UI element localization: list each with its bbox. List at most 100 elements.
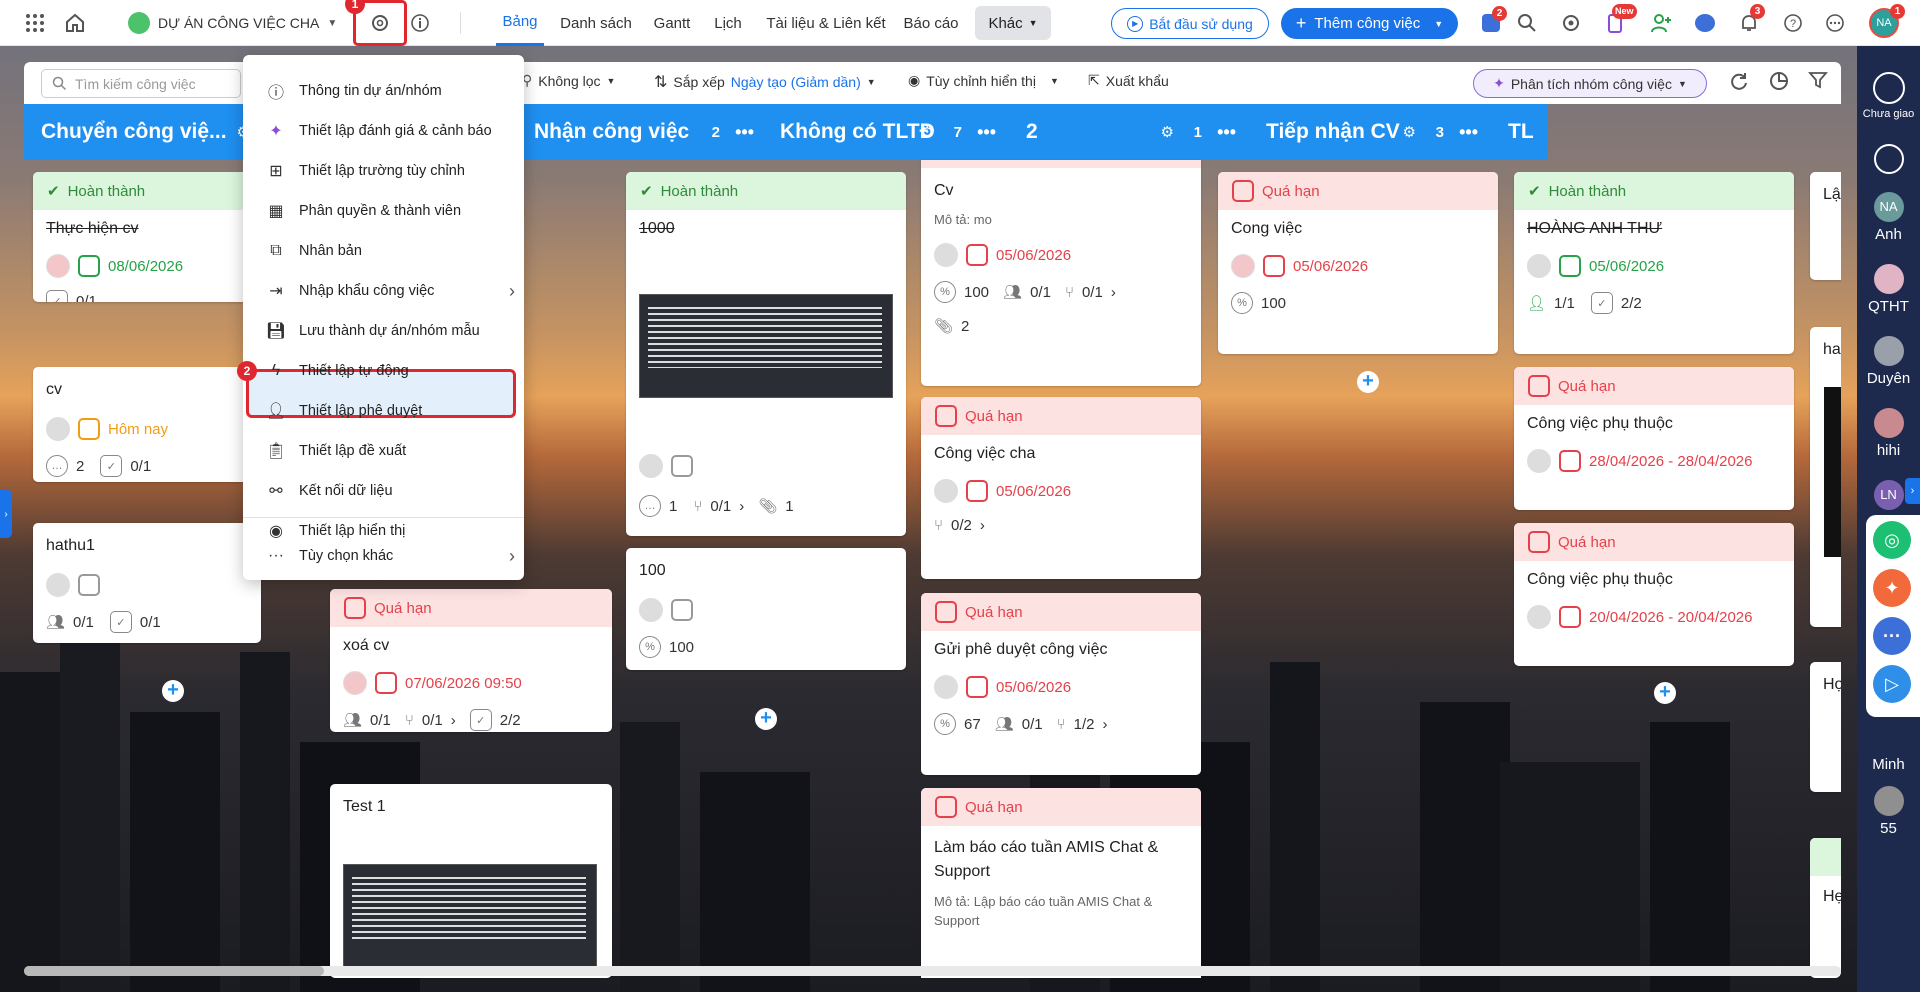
add-task-button[interactable]: + Thêm công việc ▼ [1281,8,1458,39]
column-header-tl[interactable]: TL [1488,104,1548,160]
menu-item-more-options[interactable]: ··· Tùy chọn khác › [265,537,515,575]
more-options-icon[interactable] [1822,0,1848,46]
sort-button[interactable]: ⇅ Sắp xếp Ngày tạo (Giảm dần) ▼ [654,72,876,92]
status-badge: Quá hạn [921,788,1201,826]
tab-documents-links[interactable]: Tài liệu & Liên kết [760,0,892,46]
bell-icon[interactable]: 3 [1736,0,1765,46]
pie-chart-icon[interactable] [1768,70,1790,92]
check-circle-icon: ✔ [1528,183,1541,200]
horizontal-scrollbar[interactable] [24,966,1841,976]
settings-gear-icon[interactable] [1558,0,1584,46]
play-guide-icon[interactable]: ▷ [1873,665,1911,703]
menu-item-evaluation-alerts[interactable]: ✦ Thiết lập đánh giá & cảnh báo [265,112,515,150]
chevron-down-icon: ▼ [1677,78,1687,89]
task-card[interactable]: ha [1810,327,1841,627]
menu-item-label: Thiết lập đánh giá & cảnh báo [299,123,492,139]
task-card[interactable]: Quá hạn Cong việc 05/06/2026 % 100 [1218,172,1498,354]
task-card[interactable]: 100 % 100 [626,548,906,670]
unassigned-member[interactable]: Chưa giao [1857,72,1920,120]
menu-item-permissions-members[interactable]: ▦ Phân quyền & thành viên [265,192,515,230]
member-item[interactable]: 55 [1857,786,1920,837]
task-card[interactable]: Quá hạn Công việc cha 05/06/2026 ⑂ 0/2 › [921,397,1201,579]
column-header-2-tasks[interactable]: 2 ⚙ 1 ••• [1006,104,1246,160]
calendar-badge-icon[interactable]: 2 [1478,0,1507,46]
menu-item-proposal-settings[interactable]: 📋︎ Thiết lập đề xuất [265,432,515,470]
task-card[interactable]: Quá hạn Công việc phụ thuộc 20/04/2026 -… [1514,523,1794,666]
task-card[interactable]: Cv Mô tả: mo 05/06/2026 % 100 👥︎ 0/1 ⑂ 0/1 › 📎… [921,160,1201,386]
add-card-button[interactable]: + [1654,682,1676,704]
column-header-transfer[interactable]: Chuyển công việ... ⚙ [24,104,270,160]
attachment-thumbnail[interactable] [639,294,893,398]
ai-assistant-icon[interactable]: ✦ [1873,569,1911,607]
member-item[interactable] [1857,144,1920,174]
start-guide-button[interactable]: ▶ Bắt đầu sử dụng [1111,8,1269,39]
tab-gantt[interactable]: Gantt [648,0,696,46]
attachment-icon: 📎︎ [934,318,954,335]
task-card[interactable]: Test 1 [330,784,612,978]
tab-board[interactable]: Bảng [496,0,544,46]
task-card[interactable]: hathu1 👥︎ 0/1 ✓ 0/1 [33,523,261,643]
task-card[interactable]: ✔ Hoàn thành 1000 … 1 ⑂ 0/1 › 📎︎ 1 [626,172,906,536]
more-tab-button[interactable]: Khác ▼ [975,6,1051,40]
left-expand-tab[interactable]: › [0,490,12,538]
task-card[interactable]: Quá hạn xoá cv 07/06/2026 09:50 👥︎ 0/1 ⑂ 0/… [330,589,612,732]
column-header-receive[interactable]: Nhận công việc 2 ••• [524,104,764,160]
sidebar-collapse-tab[interactable]: › [1905,478,1920,504]
task-card[interactable]: cv Hôm nay … 2 ✓ 0/1 [33,367,261,482]
add-card-button[interactable]: + [755,708,777,730]
task-card[interactable]: Quá hạn Công việc phụ thuộc 28/04/2026 -… [1514,367,1794,510]
menu-item-data-connection[interactable]: ⚯ Kết nối dữ liệu [265,472,515,510]
member-item[interactable]: QTHT [1857,264,1920,315]
tab-reports[interactable]: Báo cáo [900,0,962,46]
member-item[interactable]: hihi [1857,408,1920,459]
menu-item-duplicate[interactable]: ⧉ Nhân bản [265,232,515,270]
tab-calendar[interactable]: Lịch [708,0,748,46]
menu-item-approval-settings[interactable]: 👤︎ Thiết lập phê duyệt [265,392,515,430]
menu-item-import-tasks[interactable]: ⇥ Nhập khẩu công việc › [265,272,515,310]
filter-button[interactable]: ⚲ Không lọc ▼ [522,72,615,89]
menu-item-save-template[interactable]: 💾︎ Lưu thành dự án/nhóm mẫu [265,312,515,350]
analyze-group-button[interactable]: ✦ Phân tích nhóm công việc ▼ [1473,69,1707,98]
chat-icon[interactable] [1692,0,1718,46]
task-card[interactable]: ✔ Hoàn thành HOÀNG ANH THƯ 05/06/2026 👤︎ 1… [1514,172,1794,354]
info-icon[interactable] [405,0,435,46]
message-icon[interactable]: ··· [1873,617,1911,655]
add-user-icon[interactable] [1648,0,1674,46]
attachment-thumbnail[interactable] [343,864,597,974]
column-header-receive-cv[interactable]: Tiếp nhận CV ⚙ 3 ••• [1246,104,1488,160]
task-card[interactable]: Hẹ [1810,838,1841,978]
column-header-no-tltd[interactable]: Không có TLTĐ ⚙ 7 ••• [764,104,1006,160]
help-icon[interactable]: ? [1780,0,1806,46]
task-card[interactable]: Họ [1810,662,1841,792]
card-stats-row: ✓ 0/1 [33,290,261,302]
refresh-icon[interactable] [1728,70,1750,92]
add-card-button[interactable]: + [162,680,184,702]
card-title: 1000 [639,220,675,237]
member-item[interactable]: NA Anh [1857,192,1920,243]
chevron-right-icon: › [1910,485,1915,497]
add-card-button[interactable]: + [1357,371,1379,393]
menu-item-custom-fields[interactable]: ⊞ Thiết lập trường tùy chỉnh [265,152,515,190]
user-avatar[interactable]: NA 1 [1868,0,1905,46]
export-button[interactable]: ⇱ Xuất khẩu [1088,72,1169,89]
customize-display-button[interactable]: ◉ Tùy chỉnh hiển thị ▼ [908,72,1059,89]
apps-grid-icon[interactable] [20,0,50,46]
funnel-filter-icon[interactable] [1808,70,1828,90]
task-card[interactable]: Quá hạn Gửi phê duyệt công việc 05/06/20… [921,593,1201,775]
support-chat-icon[interactable]: ◎ [1873,521,1911,559]
menu-item-automation[interactable]: ϟ Thiết lập tự động [265,352,515,390]
task-card[interactable]: Quá hạn Làm báo cáo tuần AMIS Chat & Sup… [921,788,1201,978]
search-input[interactable]: Tìm kiếm công việc [41,69,241,98]
search-icon[interactable] [1514,0,1540,46]
tab-list[interactable]: Danh sách [556,0,636,46]
project-selector[interactable]: DỰ ÁN CÔNG VIỆC CHA ▼ [128,0,338,46]
task-card[interactable]: Lậ [1810,172,1841,280]
clipboard-new-icon[interactable]: New [1602,0,1637,46]
menu-item-project-info[interactable]: ⓘ Thông tin dự án/nhóm [265,72,515,110]
member-name: Anh [1875,226,1902,243]
task-card[interactable]: ✔ Hoàn thành Thực hiện cv 08/06/2026 ✓ 0/1 [33,172,261,302]
scrollbar-thumb[interactable] [24,966,324,976]
home-icon[interactable] [60,0,90,46]
member-item[interactable]: Minh [1857,756,1920,773]
member-item[interactable]: Duyên [1857,336,1920,387]
